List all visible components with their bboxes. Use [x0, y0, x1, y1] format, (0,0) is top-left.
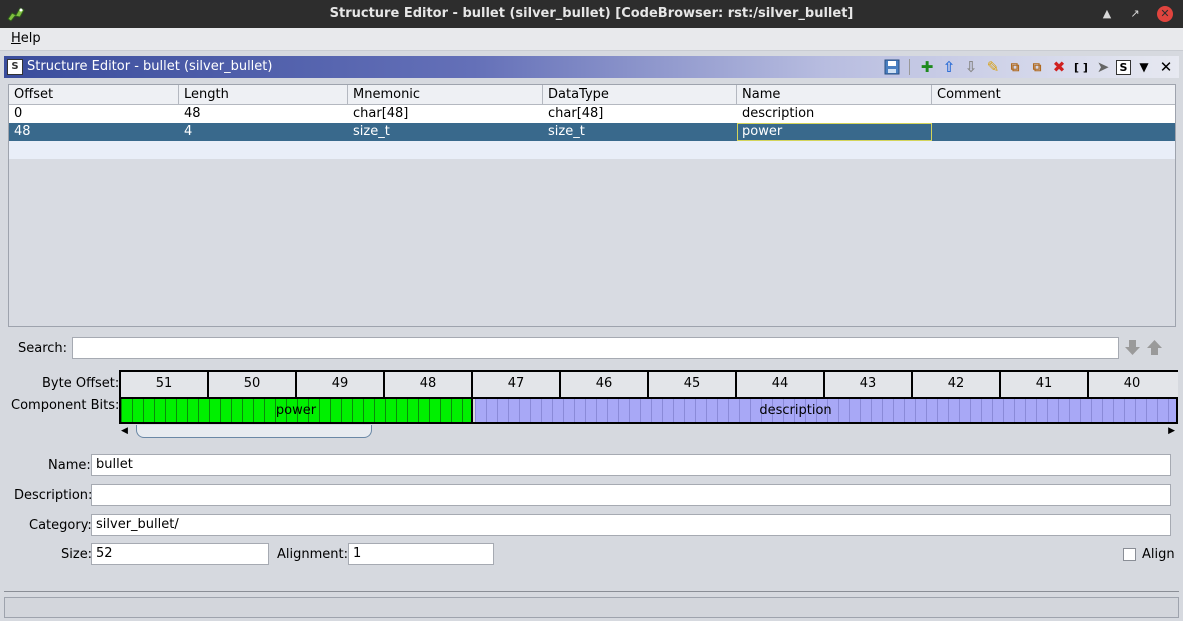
alignment-label: Alignment: — [277, 547, 348, 562]
byte-offset-cell: 46 — [559, 372, 647, 397]
byte-offset-row: 51 50 49 48 47 46 45 44 43 42 41 40 — [119, 370, 1178, 397]
cell-comment[interactable] — [932, 123, 1175, 141]
column-header-comment[interactable]: Comment — [932, 85, 1175, 105]
cell-length[interactable]: 4 — [179, 123, 348, 141]
search-label: Search: — [18, 341, 68, 356]
scrollbar-thumb[interactable] — [136, 425, 372, 438]
component-bits-power[interactable]: power — [121, 399, 473, 422]
duplicate-multiple-icon[interactable]: ⧉ — [1028, 58, 1046, 76]
name-field[interactable]: bullet — [91, 454, 1171, 476]
close-icon[interactable]: ✕ — [1157, 58, 1175, 76]
cell-mnemonic[interactable]: char[48] — [348, 105, 543, 123]
column-header-offset[interactable]: Offset — [9, 85, 179, 105]
component-bits-description[interactable]: description — [475, 399, 1176, 422]
cell-offset[interactable]: 0 — [9, 105, 179, 123]
window-title: Structure Editor - bullet (silver_bullet… — [329, 6, 854, 21]
menu-help[interactable]: Help — [11, 31, 41, 46]
provider-header: S Structure Editor - bullet (silver_bull… — [4, 56, 1179, 78]
provider-title: Structure Editor - bullet (silver_bullet… — [27, 59, 273, 74]
byte-offset-cell: 45 — [647, 372, 735, 397]
help-label-rest: elp — [20, 31, 41, 46]
size-field[interactable]: 52 — [91, 543, 269, 565]
column-header-mnemonic[interactable]: Mnemonic — [348, 85, 543, 105]
scroll-left-icon[interactable]: ◀ — [121, 426, 128, 436]
menu-dropdown-icon[interactable]: ▼ — [1135, 58, 1153, 76]
cell-datatype[interactable]: size_t — [543, 123, 737, 141]
structure-editor-icon: S — [7, 59, 23, 75]
search-next-icon[interactable] — [1124, 339, 1141, 356]
show-components-icon[interactable]: S — [1116, 59, 1131, 75]
duplicate-icon[interactable]: ⧉ — [1006, 58, 1024, 76]
add-icon[interactable]: ✚ — [918, 58, 936, 76]
category-field[interactable]: silver_bullet/ — [91, 514, 1171, 536]
structure-table: Offset Length Mnemonic DataType Name Com… — [8, 84, 1176, 327]
name-label: Name: — [48, 458, 91, 473]
maximize-icon[interactable]: ▲ — [1099, 6, 1115, 22]
structure-editor-window: Structure Editor - bullet (silver_bullet… — [0, 0, 1183, 621]
align-label: Align — [1142, 547, 1175, 562]
column-header-datatype[interactable]: DataType — [543, 85, 737, 105]
byte-offset-cell: 42 — [911, 372, 999, 397]
search-input[interactable] — [72, 337, 1119, 359]
bitview-horizontal-scrollbar[interactable]: ◀ ▶ — [119, 425, 1178, 439]
menu-bar: Help — [0, 28, 1183, 51]
help-mnemonic: H — [11, 31, 21, 46]
move-down-icon[interactable]: ⇩ — [962, 58, 980, 76]
clear-icon[interactable]: ✎ — [984, 58, 1002, 76]
description-field[interactable] — [91, 484, 1171, 506]
status-bar — [4, 597, 1179, 618]
toolbar-separator — [909, 59, 910, 75]
cell-name[interactable]: description — [737, 105, 932, 123]
byte-offset-cell: 49 — [295, 372, 383, 397]
byte-offset-cell: 41 — [999, 372, 1087, 397]
pointer-icon[interactable]: ➤ — [1094, 58, 1112, 76]
alignment-field[interactable]: 1 — [348, 543, 494, 565]
align-checkbox[interactable] — [1123, 548, 1136, 561]
byte-offset-cell: 51 — [119, 372, 207, 397]
column-header-name[interactable]: Name — [737, 85, 932, 105]
byte-offset-label: Byte Offset: — [42, 376, 120, 391]
cell-offset[interactable]: 48 — [9, 123, 179, 141]
cell-length[interactable]: 48 — [179, 105, 348, 123]
cell-mnemonic[interactable]: size_t — [348, 123, 543, 141]
status-separator — [4, 591, 1179, 592]
size-label: Size: — [61, 547, 93, 562]
byte-offset-cell: 47 — [471, 372, 559, 397]
column-header-length[interactable]: Length — [179, 85, 348, 105]
byte-offset-cell: 43 — [823, 372, 911, 397]
search-previous-icon[interactable] — [1146, 339, 1163, 356]
delete-icon[interactable]: ✖ — [1050, 58, 1068, 76]
component-bits-row: power description — [119, 397, 1178, 424]
table-header: Offset Length Mnemonic DataType Name Com… — [9, 85, 1175, 105]
table-row-empty[interactable] — [9, 141, 1175, 159]
move-up-icon[interactable]: ⇧ — [940, 58, 958, 76]
component-bits-label: Component Bits: — [11, 398, 120, 413]
description-label: Description: — [14, 488, 93, 503]
scroll-right-icon[interactable]: ▶ — [1168, 426, 1175, 436]
save-icon[interactable] — [883, 58, 901, 76]
toolbar: ✚ ⇧ ⇩ ✎ ⧉ ⧉ ✖ [ ] ➤ S ▼ ✕ — [883, 56, 1179, 78]
cell-name-editing[interactable]: power — [737, 123, 932, 141]
table-row-selected[interactable]: 48 4 size_t size_t power — [9, 123, 1175, 141]
window-close-icon[interactable]: ✕ — [1157, 6, 1173, 22]
byte-offset-cell: 50 — [207, 372, 295, 397]
array-icon[interactable]: [ ] — [1072, 58, 1090, 76]
byte-offset-cell: 44 — [735, 372, 823, 397]
byte-offset-cell: 48 — [383, 372, 471, 397]
cell-datatype[interactable]: char[48] — [543, 105, 737, 123]
category-label: Category: — [29, 518, 92, 533]
restore-icon[interactable]: ↗ — [1127, 6, 1143, 22]
table-row[interactable]: 0 48 char[48] char[48] description — [9, 105, 1175, 123]
title-bar: Structure Editor - bullet (silver_bullet… — [0, 0, 1183, 28]
byte-offset-cell: 40 — [1087, 372, 1175, 397]
cell-comment[interactable] — [932, 105, 1175, 123]
